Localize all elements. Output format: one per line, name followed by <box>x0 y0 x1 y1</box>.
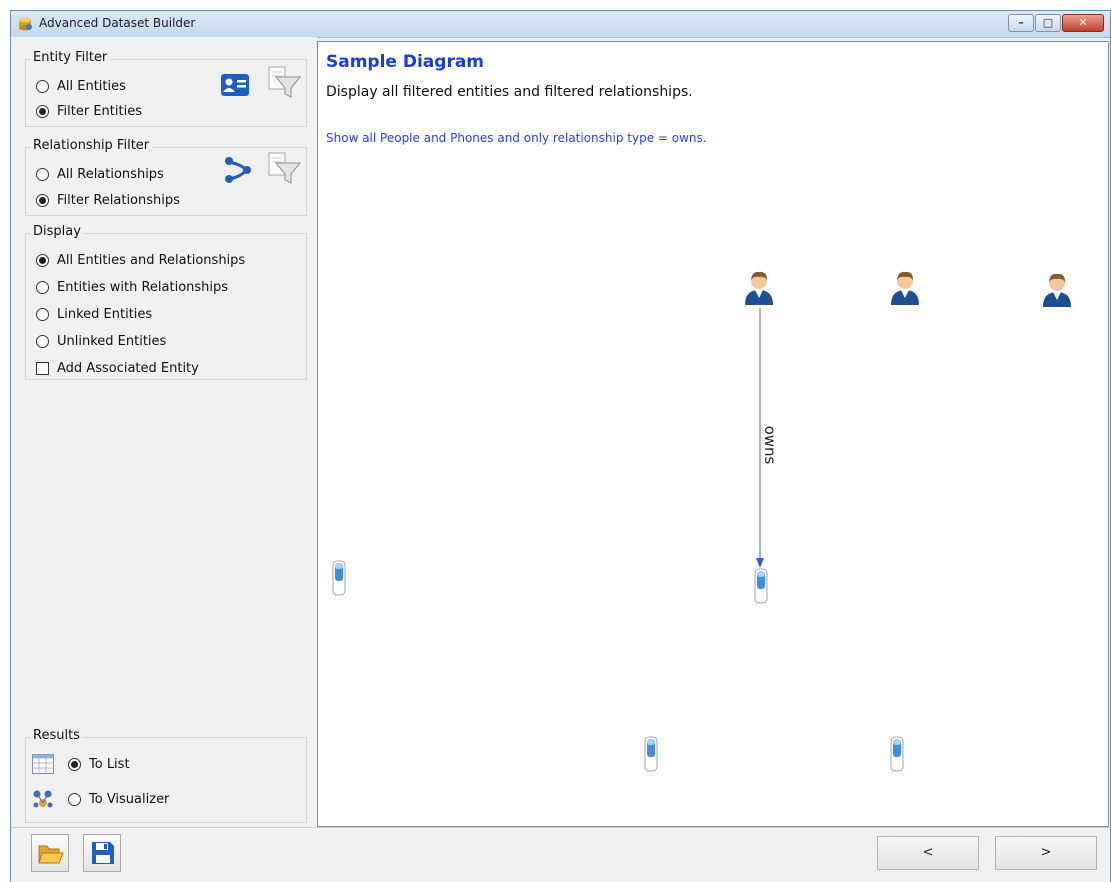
person-entity-icon[interactable] <box>742 268 776 306</box>
maximize-button[interactable]: □ <box>1035 14 1061 32</box>
radio-circle[interactable] <box>68 792 81 806</box>
options-panel: Entity Filter All Entities Filter Entiti… <box>11 37 317 827</box>
entity-filter-title: Entity Filter <box>30 50 111 65</box>
save-button[interactable] <box>83 834 121 872</box>
to-list-radio[interactable]: To List <box>68 754 130 774</box>
window-title: Advanced Dataset Builder <box>39 16 196 30</box>
radio-label: Linked Entities <box>57 306 153 322</box>
bottom-toolbar: < > <box>11 827 1110 882</box>
radio-label: All Entities and Relationships <box>57 252 246 268</box>
display-entities-with-relationships-radio[interactable]: Entities with Relationships <box>36 277 228 297</box>
all-entities-radio[interactable]: All Entities <box>36 76 126 96</box>
close-button[interactable]: ✕ <box>1062 14 1104 32</box>
open-folder-icon <box>38 845 64 864</box>
radio-label: Filter Entities <box>57 103 142 119</box>
save-disk-icon <box>92 842 114 864</box>
radio-circle[interactable] <box>68 757 81 771</box>
display-linked-radio[interactable]: Linked Entities <box>36 304 152 324</box>
radio-circle[interactable] <box>36 79 49 93</box>
radio-circle[interactable] <box>36 307 49 321</box>
display-unlinked-radio[interactable]: Unlinked Entities <box>36 331 166 351</box>
contact-card-icon[interactable] <box>220 72 250 98</box>
radio-label: Filter Relationships <box>57 192 180 208</box>
display-group: Display All Entities and Relationships E… <box>25 224 307 380</box>
minimize-icon: – <box>1018 16 1024 29</box>
phone-entity-icon[interactable] <box>332 560 346 596</box>
display-all-radio[interactable]: All Entities and Relationships <box>36 250 245 270</box>
radio-label: All Entities <box>57 78 126 94</box>
radio-circle[interactable] <box>36 334 49 348</box>
person-entity-icon[interactable] <box>1040 270 1074 308</box>
results-title: Results <box>30 728 83 743</box>
all-relationships-radio[interactable]: All Relationships <box>36 164 164 184</box>
checkbox-box[interactable] <box>36 361 49 375</box>
radio-label: Entities with Relationships <box>57 279 229 295</box>
radio-label: Unlinked Entities <box>57 333 167 349</box>
share-nodes-icon[interactable] <box>224 156 252 184</box>
diagram-canvas[interactable]: Sample Diagram Display all filtered enti… <box>317 41 1109 827</box>
display-title: Display <box>30 224 84 239</box>
open-button[interactable] <box>31 834 69 872</box>
radio-label: All Relationships <box>57 166 164 182</box>
minimize-button[interactable]: – <box>1008 14 1034 32</box>
dataset-builder-window: Advanced Dataset Builder – □ ✕ Entity Fi… <box>10 10 1111 882</box>
grid-list-icon <box>32 754 54 774</box>
phone-entity-icon[interactable] <box>754 568 768 604</box>
person-entity-icon[interactable] <box>888 268 922 306</box>
filter-relationships-radio[interactable]: Filter Relationships <box>36 190 180 210</box>
add-associated-entity-checkbox[interactable]: Add Associated Entity <box>36 358 199 378</box>
close-icon: ✕ <box>1078 16 1088 29</box>
radio-label: To List <box>89 756 130 772</box>
title-bar[interactable]: Advanced Dataset Builder – □ ✕ <box>11 11 1110 38</box>
edge-label: owns <box>761 425 779 465</box>
next-button[interactable]: > <box>995 836 1097 870</box>
database-icon <box>19 17 32 31</box>
relationship-filter-title: Relationship Filter <box>30 138 153 153</box>
radio-circle[interactable] <box>36 193 49 207</box>
radio-circle[interactable] <box>36 253 49 267</box>
phone-entity-icon[interactable] <box>644 736 658 772</box>
relationship-filter-group: Relationship Filter All Relationships Fi… <box>25 138 307 216</box>
radio-label: To Visualizer <box>89 791 170 807</box>
checkbox-label: Add Associated Entity <box>57 360 199 376</box>
radio-circle[interactable] <box>36 104 49 118</box>
phone-entity-icon[interactable] <box>890 736 904 772</box>
radio-circle[interactable] <box>36 167 49 181</box>
previous-button[interactable]: < <box>877 836 979 870</box>
filter-funnel-icon[interactable] <box>266 152 302 186</box>
visualizer-network-icon <box>33 790 53 808</box>
relationship-edges <box>756 308 764 568</box>
maximize-icon: □ <box>1042 16 1054 29</box>
filter-entities-radio[interactable]: Filter Entities <box>36 101 142 121</box>
results-group: Results To List To Visualizer <box>25 728 307 823</box>
edge-arrowhead <box>756 558 764 568</box>
filter-funnel-icon[interactable] <box>266 66 302 100</box>
radio-circle[interactable] <box>36 280 49 294</box>
to-visualizer-radio[interactable]: To Visualizer <box>68 789 169 809</box>
edge-label-wrap: owns <box>750 426 790 466</box>
entity-filter-group: Entity Filter All Entities Filter Entiti… <box>25 50 307 127</box>
